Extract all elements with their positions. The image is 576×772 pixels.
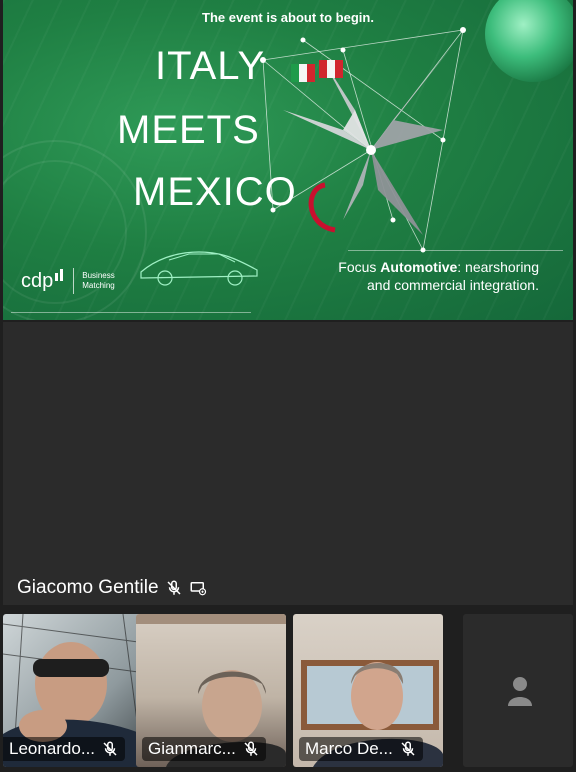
- mic-muted-icon: [401, 741, 415, 756]
- participant-tile[interactable]: Marco De...: [293, 614, 443, 767]
- participant-name: Gianmarc...: [148, 739, 236, 758]
- cdp-logo-sub-2: Matching: [82, 281, 115, 290]
- cdp-logo-bars-icon: [55, 267, 65, 281]
- speaker-name: Giacomo Gentile: [17, 577, 159, 598]
- focus-bold: Automotive: [380, 259, 458, 275]
- mic-muted-icon: [244, 741, 258, 756]
- participant-name: Marco De...: [305, 739, 393, 758]
- shared-slide: The event is about to begin. ITALY MEETS…: [3, 0, 573, 320]
- participant-tile[interactable]: Leonardo...: [3, 614, 153, 767]
- mic-muted-icon: [103, 741, 117, 756]
- mic-muted-icon: [166, 580, 181, 595]
- participant-label: Gianmarc...: [142, 737, 266, 761]
- participant-tile-no-video[interactable]: [463, 614, 573, 767]
- participant-label: Leonardo...: [3, 737, 126, 761]
- decor-line: [348, 250, 563, 251]
- car-wireframe-graphic: [140, 251, 258, 286]
- cdp-logo-sub-1: Business: [82, 271, 115, 280]
- focus-line-2: and commercial integration.: [367, 277, 539, 293]
- focus-subtitle: Focus Automotive: nearshoring and commer…: [338, 258, 539, 294]
- cdp-logo: cdp Business Matching: [21, 268, 115, 294]
- title-line-2: MEETS: [117, 108, 260, 152]
- screen-share-icon: [190, 582, 206, 596]
- cdp-logo-word: cdp: [21, 269, 54, 292]
- main-speaker-tile[interactable]: Giacomo Gentile: [3, 322, 573, 605]
- decor-line: [11, 312, 251, 313]
- speaker-name-label: Giacomo Gentile: [17, 577, 207, 599]
- participant-tile[interactable]: Gianmarc...: [136, 614, 286, 767]
- participant-label: Marco De...: [299, 737, 423, 761]
- focus-prefix: Focus: [338, 259, 381, 275]
- person-icon: [508, 677, 532, 706]
- participant-name: Leonardo...: [9, 739, 96, 758]
- cdp-logo-subtitle: Business Matching: [82, 271, 114, 291]
- star-network-graphic: [260, 27, 466, 253]
- cdp-logo-divider: [73, 268, 75, 294]
- focus-rest: : nearshoring: [457, 259, 539, 275]
